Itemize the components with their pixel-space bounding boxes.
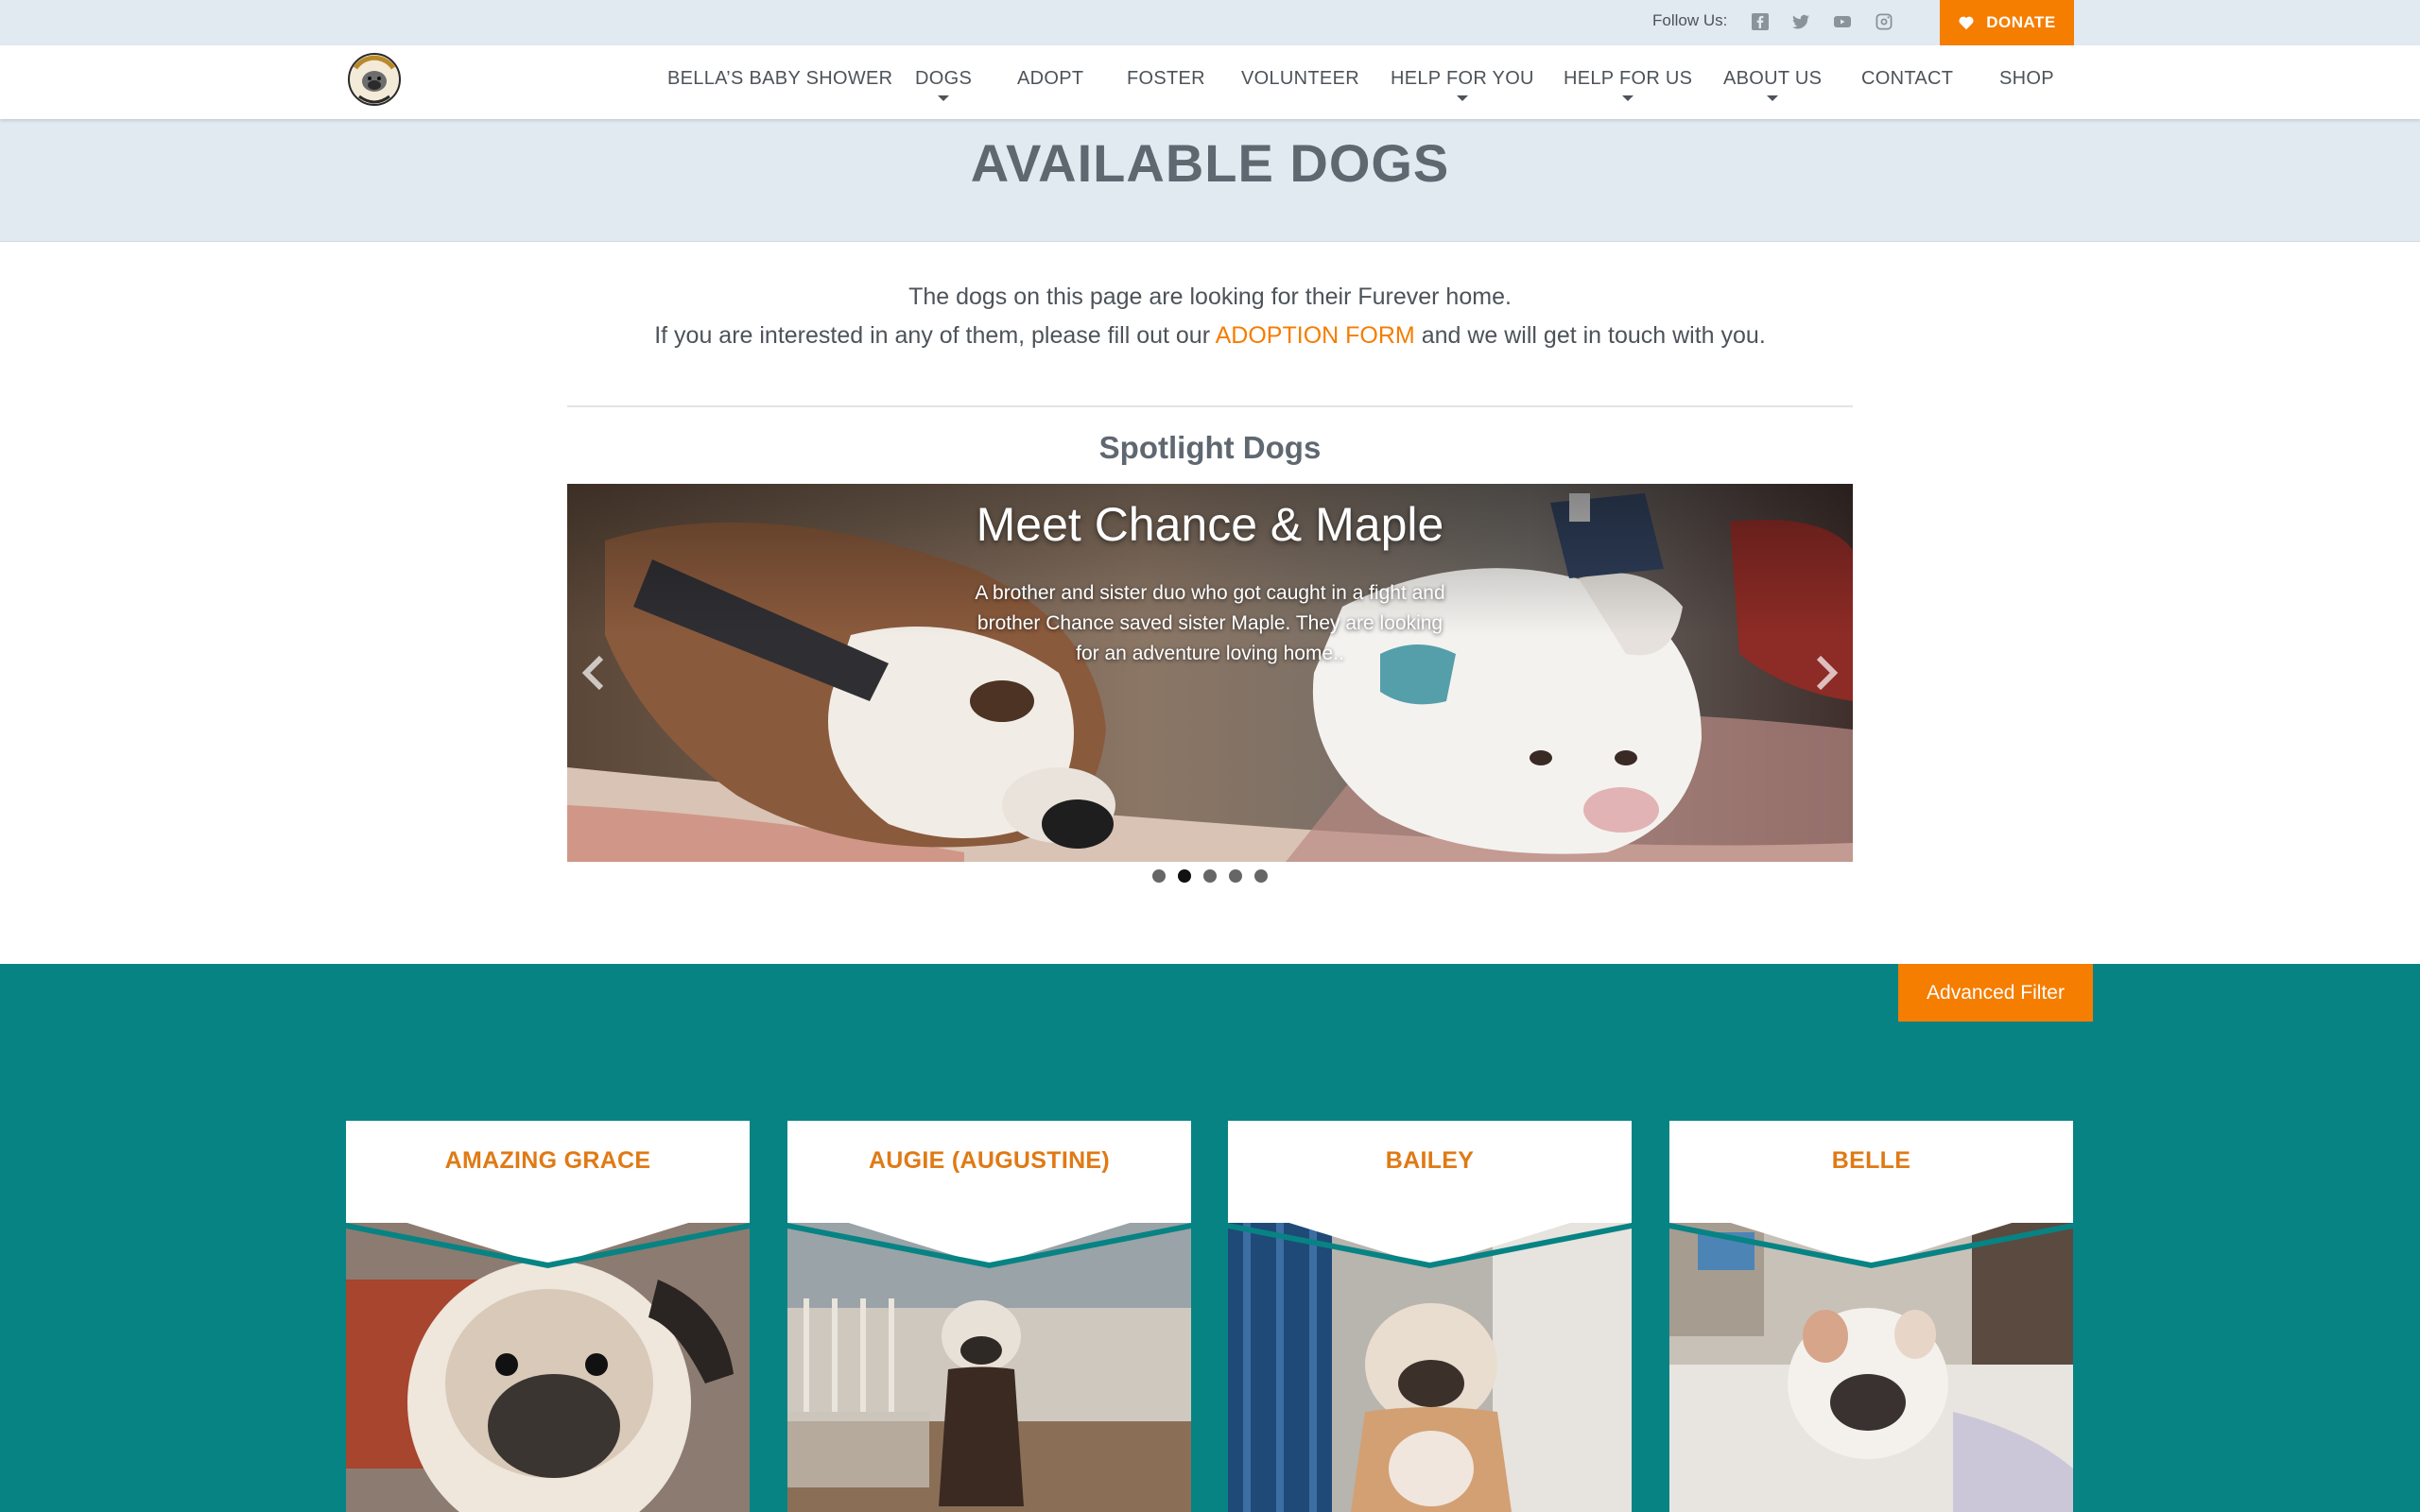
top-utility-bar: Follow Us: DONATE	[0, 0, 2420, 45]
carousel-prev-button[interactable]	[575, 644, 613, 701]
dog-name: AMAZING GRACE	[444, 1147, 651, 1174]
nav-help-for-us[interactable]: HELP FOR US	[1564, 68, 1692, 101]
instagram-icon[interactable]	[1873, 10, 1895, 33]
slide-description: A brother and sister duo who got caught …	[975, 582, 1445, 664]
carousel-dot[interactable]	[1254, 869, 1268, 883]
intro-line-2-after: and we will get in touch with you.	[1421, 322, 1766, 349]
nav-label: HELP FOR US	[1564, 68, 1693, 89]
caret-down-icon	[1456, 95, 1468, 101]
caret-down-icon	[938, 95, 950, 101]
nav-label: VOLUNTEER	[1241, 68, 1359, 89]
dog-name: BELLE	[1831, 1147, 1911, 1174]
adoption-form-link[interactable]: ADOPTION FORM	[1216, 322, 1415, 349]
carousel-dot[interactable]	[1152, 869, 1166, 883]
facebook-icon[interactable]	[1749, 10, 1772, 33]
chevron-right-icon	[1816, 655, 1839, 691]
carousel-indicators	[1152, 869, 1268, 883]
page-title: AVAILABLE DOGS	[970, 133, 1450, 193]
dog-name: AUGIE (AUGUSTINE)	[868, 1147, 1111, 1174]
main-navbar: BELLA’S BABY SHOWER DOGS ADOPT FOSTER VO…	[0, 45, 2420, 119]
carousel-next-button[interactable]	[1807, 644, 1845, 701]
dog-card-belle[interactable]: BELLE	[1669, 1121, 2073, 1512]
heart-icon	[1959, 16, 1974, 30]
nav-label: ADOPT	[1017, 68, 1084, 89]
donate-label: DONATE	[1986, 13, 2056, 31]
nav-volunteer[interactable]: VOLUNTEER	[1241, 68, 1359, 90]
dog-photo	[787, 1223, 1191, 1512]
intro-text: The dogs on this page are looking for th…	[0, 278, 2420, 355]
follow-us-label: Follow Us:	[1652, 11, 1728, 29]
dog-card-bailey[interactable]: BAILEY	[1228, 1121, 1632, 1512]
nav-label: BELLA’S BABY SHOWER	[667, 68, 893, 89]
caret-down-icon	[1622, 95, 1634, 101]
youtube-icon[interactable]	[1831, 10, 1854, 33]
dog-photo	[1228, 1223, 1632, 1512]
nav-shop[interactable]: SHOP	[1999, 68, 2054, 90]
donate-button[interactable]: DONATE	[1940, 0, 2074, 45]
nav-label: ABOUT US	[1723, 68, 1823, 89]
dog-card-amazing-grace[interactable]: AMAZING GRACE	[346, 1121, 750, 1512]
dog-photo	[346, 1223, 750, 1512]
advanced-filter-button[interactable]: Advanced Filter	[1898, 964, 2093, 1022]
nav-help-for-you[interactable]: HELP FOR YOU	[1391, 68, 1534, 101]
nav-adopt[interactable]: ADOPT	[1017, 68, 1083, 90]
slide-title: Meet Chance & Maple	[976, 498, 1444, 551]
spotlight-heading: Spotlight Dogs	[1098, 430, 1322, 465]
nav-about-us[interactable]: ABOUT US	[1723, 68, 1822, 101]
dog-name: BAILEY	[1385, 1147, 1475, 1174]
nav-label: SHOP	[1999, 68, 2054, 89]
nav-contact[interactable]: CONTACT	[1861, 68, 1953, 90]
dog-card-augie[interactable]: AUGIE (AUGUSTINE)	[787, 1121, 1191, 1512]
twitter-icon[interactable]	[1789, 10, 1812, 33]
carousel-dot-active[interactable]	[1178, 869, 1191, 883]
nav-label: CONTACT	[1861, 68, 1954, 89]
dog-photo	[1669, 1223, 2073, 1512]
section-divider	[567, 405, 1853, 407]
nav-dogs[interactable]: DOGS	[915, 68, 972, 101]
rescue-logo[interactable]	[346, 51, 403, 110]
intro-line-1: The dogs on this page are looking for th…	[908, 284, 1512, 310]
intro-line-2-before: If you are interested in any of them, pl…	[654, 322, 1211, 349]
nav-label: DOGS	[915, 68, 973, 89]
spotlight-carousel[interactable]: Meet Chance & Maple A brother and sister…	[567, 484, 1853, 862]
carousel-dot[interactable]	[1229, 869, 1242, 883]
intro-line-2: If you are interested in any of them, pl…	[0, 317, 2420, 355]
chevron-left-icon	[581, 655, 604, 691]
nav-foster[interactable]: FOSTER	[1127, 68, 1205, 90]
nav-label: HELP FOR YOU	[1391, 68, 1534, 89]
nav-bellas-baby-shower[interactable]: BELLA’S BABY SHOWER	[667, 68, 892, 90]
nav-label: FOSTER	[1127, 68, 1205, 89]
caret-down-icon	[1767, 95, 1779, 101]
carousel-dot[interactable]	[1203, 869, 1217, 883]
